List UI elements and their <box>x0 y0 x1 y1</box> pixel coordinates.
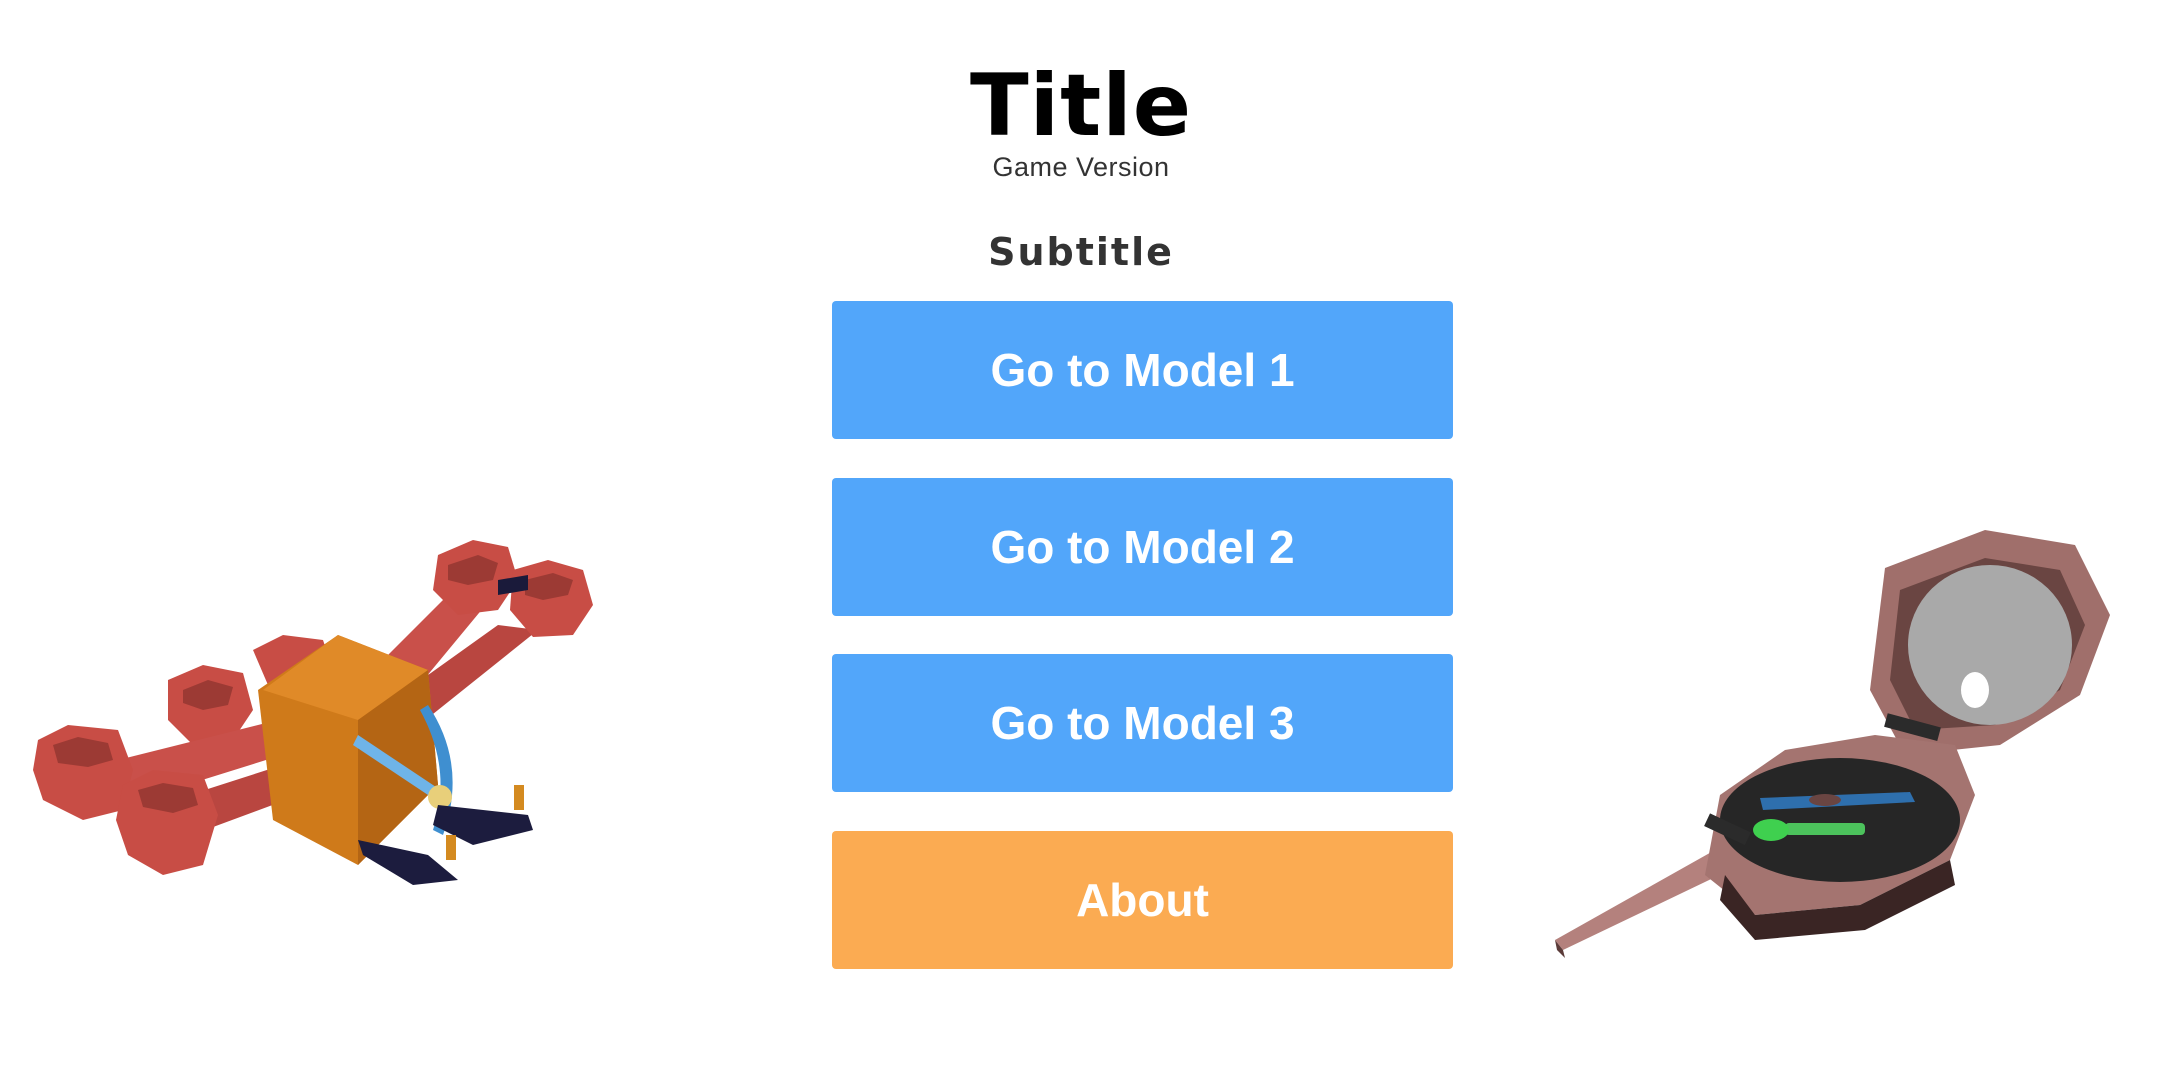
pod-back-right <box>510 560 593 637</box>
go-to-model-2-button[interactable]: Go to Model 2 <box>832 478 1453 616</box>
compass-dial <box>1720 758 1960 882</box>
go-to-model-3-button[interactable]: Go to Model 3 <box>832 654 1453 792</box>
game-subtitle: Subtitle <box>988 230 1174 274</box>
compass-model <box>1555 530 2110 958</box>
go-to-model-1-button[interactable]: Go to Model 1 <box>832 301 1453 439</box>
about-button[interactable]: About <box>832 831 1453 969</box>
game-title: Title <box>969 56 1193 156</box>
main-menu-screen: Title Game Version Subtitle Go to Model … <box>0 0 2162 1071</box>
low-poly-vehicle-model <box>33 540 593 885</box>
game-version: Game Version <box>992 152 1170 182</box>
